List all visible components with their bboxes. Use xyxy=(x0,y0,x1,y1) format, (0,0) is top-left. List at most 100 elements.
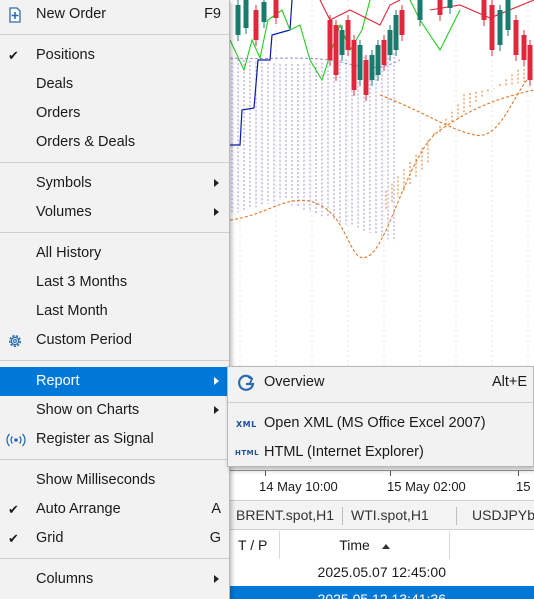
tab-divider xyxy=(342,507,343,525)
report-submenu: Overview Alt+E XML Open XML (MS Office E… xyxy=(227,366,534,467)
candle-body xyxy=(363,60,369,95)
menu-item-register-signal[interactable]: Register as Signal xyxy=(0,425,229,454)
menu-separator xyxy=(0,360,229,361)
menu-item-volumes[interactable]: Volumes xyxy=(0,198,229,227)
candle-body xyxy=(505,0,511,30)
gear-icon xyxy=(9,335,21,347)
menu-item-label: Symbols xyxy=(36,175,92,191)
menu-item-last-3-months[interactable]: Last 3 Months xyxy=(0,268,229,297)
submenu-arrow-icon xyxy=(214,575,219,583)
candle-body xyxy=(489,5,495,50)
column-header-tp[interactable]: T / P xyxy=(230,531,280,559)
menu-item-last-month[interactable]: Last Month xyxy=(0,297,229,326)
chart-tab-wti[interactable]: WTI.spot,H1 xyxy=(351,507,429,523)
menu-item-label: Last Month xyxy=(36,303,108,319)
check-icon: ✔ xyxy=(8,531,19,546)
menu-item-auto-arrange[interactable]: ✔ Auto Arrange A xyxy=(0,495,229,524)
submenu-arrow-icon xyxy=(214,208,219,216)
column-header-tp-label: T / P xyxy=(238,537,268,553)
candle-body xyxy=(417,0,423,20)
row-time: 2025.05.12 13:41:36 xyxy=(317,591,446,599)
shortcut-label: F9 xyxy=(204,6,221,22)
candle-body xyxy=(447,0,453,8)
menu-item-label: Orders xyxy=(36,105,81,121)
submenu-item-label: Open XML (MS Office Excel 2007) xyxy=(264,415,486,431)
column-header-time[interactable]: Time xyxy=(280,531,450,559)
candle-body xyxy=(333,25,339,75)
candle-body xyxy=(327,20,333,60)
signal-icon xyxy=(6,433,26,447)
menu-item-show-on-charts[interactable]: Show on Charts xyxy=(0,396,229,425)
submenu-item-html[interactable]: HTML HTML (Internet Explorer) xyxy=(228,438,533,467)
time-axis-label: 15 May 02:00 xyxy=(387,479,466,494)
menu-item-custom-period[interactable]: Custom Period xyxy=(0,326,229,355)
check-icon: ✔ xyxy=(8,48,19,63)
candle-body xyxy=(521,35,527,60)
xml-icon: XML xyxy=(236,420,257,429)
candle-body xyxy=(235,5,241,35)
candle-body xyxy=(387,30,393,55)
menu-item-positions[interactable]: ✔ Positions xyxy=(0,41,229,70)
menu-separator xyxy=(0,34,229,35)
menu-item-label: Show Milliseconds xyxy=(36,472,156,488)
menu-item-label: Orders & Deals xyxy=(36,134,136,150)
candle-body xyxy=(393,15,399,50)
menu-item-label: Last 3 Months xyxy=(36,274,128,290)
candle-body xyxy=(437,0,443,15)
time-axis-label: 15 xyxy=(516,479,531,494)
menu-separator xyxy=(0,558,229,559)
menu-item-label: Grid xyxy=(36,530,64,546)
menu-item-report[interactable]: Report xyxy=(0,367,229,396)
candle-body xyxy=(339,30,345,55)
menu-separator xyxy=(228,402,533,403)
time-tick xyxy=(390,471,391,476)
check-icon: ✔ xyxy=(8,502,19,517)
senkou-span-a-line xyxy=(379,69,534,136)
candle-body xyxy=(253,10,259,40)
shortcut-label: G xyxy=(209,530,221,546)
menu-item-all-history[interactable]: All History xyxy=(0,239,229,268)
menu-item-label: Volumes xyxy=(36,204,92,220)
table-row-selected[interactable]: 2025.05.12 13:41:36 xyxy=(230,586,534,599)
shortcut-label: Alt+E xyxy=(491,374,527,390)
menu-item-orders-deals[interactable]: Orders & Deals xyxy=(0,128,229,157)
menu-item-new-order[interactable]: New Order F9 xyxy=(0,0,229,29)
html-icon: HTML xyxy=(235,449,260,457)
shortcut-label: A xyxy=(211,501,221,517)
submenu-item-label: Overview xyxy=(264,374,325,390)
menu-item-show-milliseconds[interactable]: Show Milliseconds xyxy=(0,466,229,495)
time-axis: 14 May 10:00 15 May 02:00 15 xyxy=(230,470,534,500)
menu-item-deals[interactable]: Deals xyxy=(0,70,229,99)
menu-item-label: Positions xyxy=(36,47,95,63)
time-tick xyxy=(518,471,519,476)
menu-item-columns[interactable]: Columns xyxy=(0,565,229,594)
candle-body xyxy=(369,55,375,80)
submenu-item-open-xml[interactable]: XML Open XML (MS Office Excel 2007) xyxy=(228,409,533,438)
time-axis-label: 14 May 10:00 xyxy=(259,479,338,494)
candle-body xyxy=(497,10,503,45)
menu-item-label: Deals xyxy=(36,76,74,92)
chart-symbol-tabs: BRENT.spot,H1 WTI.spot,H1 USDJPYb, xyxy=(230,500,534,530)
tab-divider xyxy=(456,507,457,525)
history-table: T / P Time 2025.05.07 12:45:00 2025.05.1… xyxy=(230,531,534,599)
time-tick xyxy=(265,471,266,476)
new-order-icon xyxy=(9,7,21,23)
menu-item-grid[interactable]: ✔ Grid G xyxy=(0,524,229,553)
menu-item-symbols[interactable]: Symbols xyxy=(0,169,229,198)
submenu-item-overview[interactable]: Overview Alt+E xyxy=(228,368,533,397)
chart-tab-usdjpy[interactable]: USDJPYb, xyxy=(472,507,534,523)
candle-body xyxy=(375,45,381,75)
candle-body xyxy=(243,0,249,28)
chart-tab-brent[interactable]: BRENT.spot,H1 xyxy=(236,507,334,523)
candle-body xyxy=(357,45,363,80)
history-context-menu: New Order F9 ✔ Positions Deals Orders Or… xyxy=(0,0,230,599)
menu-item-orders[interactable]: Orders xyxy=(0,99,229,128)
menu-item-label: New Order xyxy=(36,6,107,22)
row-time: 2025.05.07 12:45:00 xyxy=(317,564,446,580)
table-row[interactable]: 2025.05.07 12:45:00 xyxy=(230,559,534,586)
column-header-time-label: Time xyxy=(339,537,370,553)
menu-item-label: Custom Period xyxy=(36,332,132,348)
candle-body xyxy=(381,40,387,65)
menu-item-label: Show on Charts xyxy=(36,402,140,418)
menu-separator xyxy=(0,232,229,233)
